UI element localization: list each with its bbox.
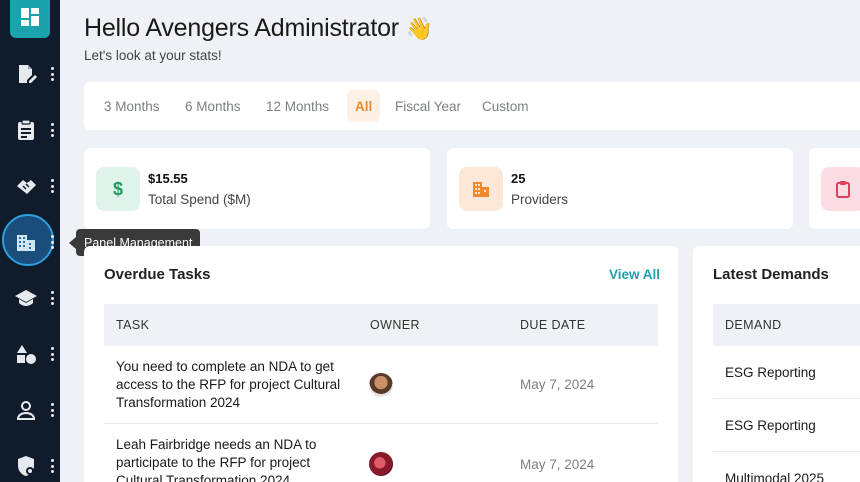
tab-fiscal-year[interactable]: Fiscal Year bbox=[387, 90, 469, 122]
nav-item-security[interactable] bbox=[0, 446, 60, 482]
building-icon bbox=[459, 167, 503, 211]
overdue-tasks-panel: Overdue Tasks View All TASK OWNER DUE DA… bbox=[84, 246, 678, 482]
more-icon[interactable] bbox=[50, 123, 54, 137]
panel-title: Overdue Tasks bbox=[104, 266, 211, 283]
shield-lock-icon bbox=[14, 454, 38, 478]
more-icon[interactable] bbox=[50, 347, 54, 361]
clipboard-icon bbox=[821, 167, 860, 211]
nav-item-categories[interactable] bbox=[0, 334, 60, 374]
dashboard-icon bbox=[20, 7, 40, 32]
avatar bbox=[369, 373, 393, 397]
due-date: May 7, 2024 bbox=[520, 377, 595, 392]
table-row[interactable]: Multimodal 2025 bbox=[713, 452, 860, 482]
latest-demands-panel: Latest Demands DEMAND ESG Reporting ESG … bbox=[693, 246, 860, 482]
demand-name: Multimodal 2025 bbox=[725, 471, 825, 482]
shapes-icon bbox=[14, 342, 38, 366]
period-filter-tabs: 3 Months 6 Months 12 Months All Fiscal Y… bbox=[84, 82, 860, 130]
page-title: Hello Avengers Administrator 👋 bbox=[84, 14, 433, 43]
more-icon[interactable] bbox=[50, 459, 54, 473]
tab-custom[interactable]: Custom bbox=[474, 90, 537, 122]
greeting-text: Hello Avengers Administrator bbox=[84, 14, 399, 42]
tab-12-months[interactable]: 12 Months bbox=[258, 90, 337, 122]
nav-item-tasks[interactable] bbox=[0, 110, 60, 150]
edit-document-icon bbox=[14, 62, 38, 86]
table-row[interactable]: ESG Reporting bbox=[713, 346, 860, 399]
nav-item-training[interactable] bbox=[0, 278, 60, 318]
column-header-due-date: DUE DATE bbox=[520, 318, 586, 332]
handshake-icon bbox=[14, 174, 38, 198]
demand-name: ESG Reporting bbox=[725, 365, 816, 380]
page-subtitle: Let's look at your stats! bbox=[84, 48, 222, 63]
tab-3-months[interactable]: 3 Months bbox=[96, 90, 168, 122]
clipboard-icon bbox=[14, 118, 38, 142]
column-header-demand: DEMAND bbox=[725, 318, 782, 332]
user-icon bbox=[14, 398, 38, 422]
tab-6-months[interactable]: 6 Months bbox=[177, 90, 249, 122]
tab-all[interactable]: All bbox=[347, 90, 381, 122]
stat-card-total-spend: $ $15.55 Total Spend ($M) bbox=[84, 148, 430, 229]
table-header: DEMAND bbox=[713, 304, 860, 346]
stat-card-third bbox=[809, 148, 860, 229]
more-icon[interactable] bbox=[50, 235, 54, 249]
table-row[interactable]: You need to complete an NDA to get acces… bbox=[104, 346, 658, 424]
due-date: May 7, 2024 bbox=[520, 457, 595, 472]
nav-item-users[interactable] bbox=[0, 390, 60, 430]
more-icon[interactable] bbox=[50, 403, 54, 417]
wave-emoji: 👋 bbox=[405, 16, 433, 41]
more-icon[interactable] bbox=[50, 291, 54, 305]
view-all-link[interactable]: View All bbox=[609, 267, 660, 282]
task-description: Leah Fairbridge needs an NDA to particip… bbox=[116, 437, 317, 482]
panel-title: Latest Demands bbox=[713, 266, 829, 283]
demand-name: ESG Reporting bbox=[725, 418, 816, 433]
nav-item-documents[interactable] bbox=[0, 54, 60, 94]
graduation-cap-icon bbox=[14, 286, 38, 310]
column-header-task: TASK bbox=[116, 318, 150, 332]
sidebar bbox=[0, 0, 60, 482]
dashboard-button[interactable] bbox=[10, 0, 50, 38]
more-icon[interactable] bbox=[50, 67, 54, 81]
table-row[interactable]: Leah Fairbridge needs an NDA to particip… bbox=[104, 424, 658, 482]
stat-label: Total Spend ($M) bbox=[148, 192, 251, 207]
avatar bbox=[369, 452, 393, 476]
dollar-icon: $ bbox=[96, 167, 140, 211]
stat-value: 25 bbox=[511, 171, 526, 186]
table-row[interactable]: ESG Reporting bbox=[713, 399, 860, 452]
stat-label: Providers bbox=[511, 192, 569, 207]
stat-value: $15.55 bbox=[148, 171, 188, 186]
column-header-owner: OWNER bbox=[370, 318, 420, 332]
stat-card-providers: 25 Providers bbox=[447, 148, 793, 229]
table-header: TASK OWNER DUE DATE bbox=[104, 304, 658, 346]
nav-item-partners[interactable] bbox=[0, 166, 60, 206]
nav-item-panel-management[interactable] bbox=[0, 222, 60, 262]
building-icon bbox=[14, 230, 38, 254]
more-icon[interactable] bbox=[50, 179, 54, 193]
task-description: You need to complete an NDA to get acces… bbox=[116, 359, 341, 410]
